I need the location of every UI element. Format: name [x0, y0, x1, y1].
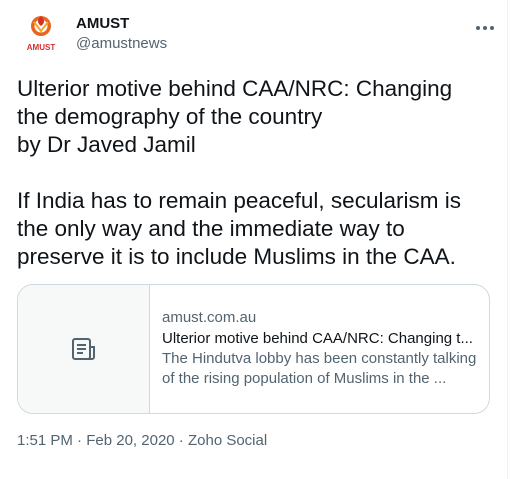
- tweet-header: AMUST AMUST @amustnews: [17, 12, 497, 60]
- tweet-meta: 1:51 PM · Feb 20, 2020 · Zoho Social: [17, 431, 267, 451]
- avatar[interactable]: AMUST: [17, 12, 65, 60]
- card-desc-line-1: The Hindutva lobby has been constantly t…: [162, 350, 477, 367]
- svg-text:AMUST: AMUST: [27, 43, 56, 52]
- card-description: The Hindutva lobby has been constantly t…: [162, 349, 480, 389]
- card-thumbnail: [18, 285, 150, 413]
- meta-separator: ·: [72, 432, 87, 449]
- article-icon: [71, 338, 95, 360]
- card-title: Ulterior motive behind CAA/NRC: Changing…: [162, 330, 473, 347]
- handle[interactable]: @amustnews: [76, 34, 167, 54]
- card-domain: amust.com.au: [162, 309, 257, 326]
- card-desc-line-2: of the rising population of Muslims in t…: [162, 370, 447, 387]
- meta-separator: ·: [174, 432, 188, 449]
- tweet-date[interactable]: Feb 20, 2020: [86, 432, 174, 449]
- more-options-icon[interactable]: [473, 18, 497, 38]
- display-name[interactable]: AMUST: [76, 14, 167, 34]
- link-card[interactable]: amust.com.au Ulterior motive behind CAA/…: [17, 284, 490, 414]
- tweet-time[interactable]: 1:51 PM: [17, 432, 73, 449]
- tweet-source[interactable]: Zoho Social: [188, 432, 267, 449]
- amust-logo: AMUST: [27, 16, 56, 52]
- tweet-text: Ulterior motive behind CAA/NRC: Changing…: [17, 76, 461, 269]
- user-block: AMUST @amustnews: [76, 14, 167, 54]
- card-body: amust.com.au Ulterior motive behind CAA/…: [162, 308, 480, 389]
- tweet: AMUST AMUST @amustnews Ulterior motive b…: [0, 0, 508, 479]
